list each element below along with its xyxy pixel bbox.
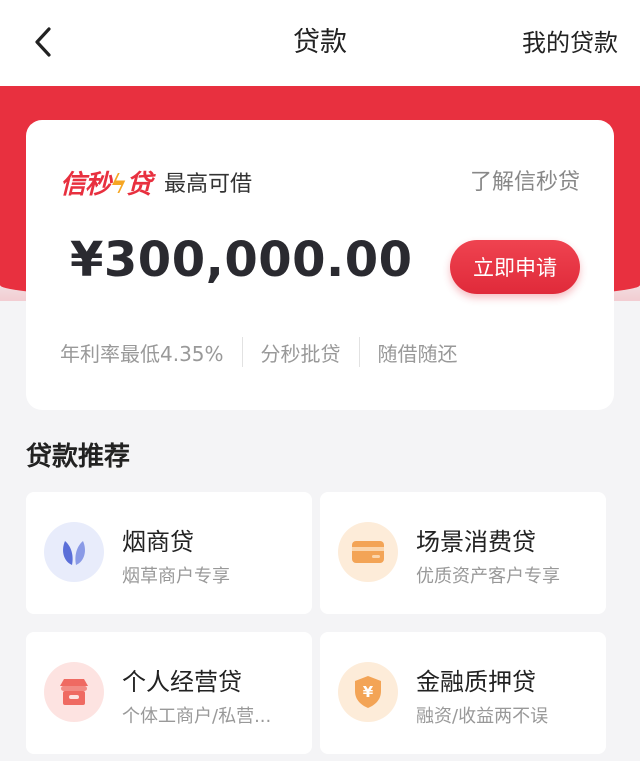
apply-now-button[interactable]: 立即申请 xyxy=(450,240,580,294)
loan-offer-card: 信秒ϟ贷 最高可借 了解信秒贷 ¥300,000.00 立即申请 年利率最低4.… xyxy=(26,120,614,410)
shield-yen-icon: ¥ xyxy=(338,662,398,722)
brand-logo-part1: 信秒 xyxy=(60,170,111,200)
product-subtitle: 个体工商户/私营... xyxy=(122,706,272,727)
lightning-icon: ϟ xyxy=(110,170,127,200)
max-borrow-label: 最高可借 xyxy=(164,172,253,197)
nav-bar: 贷款 我的贷款 xyxy=(0,0,640,86)
product-card-pledge-loan[interactable]: ¥ 金融质押贷 融资/收益两不误 xyxy=(320,632,606,754)
product-name: 金融质押贷 xyxy=(416,668,536,696)
product-card-business-loan[interactable]: 个人经营贷 个体工商户/私营... xyxy=(26,632,312,754)
product-subtitle: 融资/收益两不误 xyxy=(416,706,549,727)
feature-list: 年利率最低4.35% 分秒批贷 随借随还 xyxy=(60,334,458,370)
my-loans-link[interactable]: 我的贷款 xyxy=(522,0,618,86)
product-card-consumer-loan[interactable]: 场景消费贷 优质资产客户专享 xyxy=(320,492,606,614)
brand-logo-part2: 贷 xyxy=(126,170,152,200)
product-subtitle: 烟草商户专享 xyxy=(122,566,230,587)
recommend-section-title: 贷款推荐 xyxy=(26,442,131,472)
chevron-left-icon xyxy=(35,27,51,57)
feature-flexible-repay: 随借随还 xyxy=(377,341,458,366)
learn-more-link[interactable]: 了解信秒贷 xyxy=(470,164,580,196)
brand-logo: 信秒ϟ贷 xyxy=(60,164,152,201)
max-amount: ¥300,000.00 xyxy=(70,232,413,288)
divider xyxy=(241,337,243,367)
product-card-tobacco-loan[interactable]: 烟商贷 烟草商户专享 xyxy=(26,492,312,614)
feature-rate: 年利率最低4.35% xyxy=(60,341,224,366)
svg-text:¥: ¥ xyxy=(363,683,374,701)
product-name: 烟商贷 xyxy=(122,528,194,556)
divider xyxy=(358,337,360,367)
back-button[interactable] xyxy=(26,22,60,62)
feature-fast-approval: 分秒批贷 xyxy=(260,341,341,366)
shop-icon xyxy=(44,662,104,722)
leaf-icon xyxy=(44,522,104,582)
product-subtitle: 优质资产客户专享 xyxy=(416,566,560,587)
product-name: 场景消费贷 xyxy=(416,528,536,556)
card-icon xyxy=(338,522,398,582)
product-name: 个人经营贷 xyxy=(122,668,242,696)
